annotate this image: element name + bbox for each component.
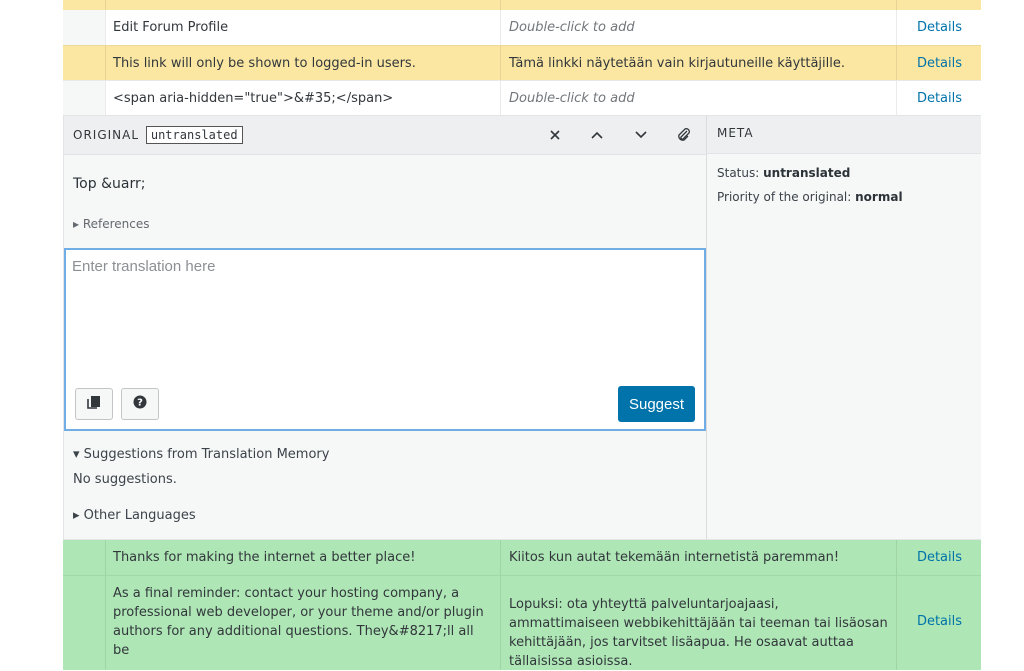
- row-checkbox-cell[interactable]: [63, 81, 105, 115]
- chevron-down-icon[interactable]: [630, 124, 652, 146]
- editor-header: ORIGINAL untranslated: [64, 116, 706, 155]
- status-badge: untranslated: [145, 126, 243, 144]
- meta-panel: META Status: untranslated Priority of th…: [706, 116, 981, 539]
- details-link[interactable]: Details: [917, 20, 962, 35]
- table-row[interactable]: As a final reminder: contact your hostin…: [63, 575, 981, 670]
- suggest-button[interactable]: Suggest: [618, 386, 695, 422]
- translation-cell[interactable]: Tämä linkki näytetään vain kirjautuneill…: [500, 46, 896, 80]
- translation-cell[interactable]: Double-click to add: [500, 10, 896, 45]
- meta-status-value: untranslated: [763, 166, 851, 180]
- close-icon[interactable]: [544, 124, 566, 146]
- translation-textarea[interactable]: [72, 258, 692, 368]
- original-label: ORIGINAL: [73, 128, 140, 142]
- translation-cell[interactable]: Double-click to add: [500, 81, 896, 115]
- help-icon: ?: [133, 395, 147, 413]
- copy-icon: [87, 395, 101, 413]
- details-link[interactable]: Details: [917, 614, 962, 629]
- original-cell: Thanks for making the internet a better …: [105, 540, 500, 575]
- translation-memory-toggle[interactable]: ▾ Suggestions from Translation Memory: [73, 447, 329, 462]
- table-row[interactable]: <span aria-hidden="true">&#35;</span> Do…: [63, 80, 982, 115]
- paperclip-icon[interactable]: [673, 124, 695, 146]
- meta-priority-label: Priority of the original:: [717, 190, 852, 204]
- table-row[interactable]: Edit Forum Profile Double-click to add D…: [63, 10, 982, 45]
- help-button[interactable]: ?: [121, 388, 159, 420]
- original-cell: <span aria-hidden="true">&#35;</span>: [105, 81, 500, 115]
- no-suggestions-text: No suggestions.: [73, 472, 177, 487]
- details-link[interactable]: Details: [917, 550, 962, 565]
- row-checkbox-cell[interactable]: [63, 10, 105, 45]
- row-checkbox-cell[interactable]: [63, 576, 105, 670]
- original-cell: Edit Forum Profile: [105, 10, 500, 45]
- references-toggle[interactable]: ▸ References: [73, 217, 150, 231]
- translation-input-area: ? Suggest: [64, 248, 706, 431]
- original-cell: As a final reminder: contact your hostin…: [105, 576, 500, 670]
- details-link[interactable]: Details: [917, 56, 962, 71]
- meta-priority: Priority of the original: normal: [717, 190, 971, 204]
- svg-text:?: ?: [137, 398, 143, 409]
- translation-cell[interactable]: Kiitos kun autat tekemään internetistä p…: [500, 540, 896, 575]
- table-row[interactable]: This link will only be shown to logged-i…: [63, 45, 981, 80]
- details-link[interactable]: Details: [917, 91, 962, 106]
- row-checkbox-cell[interactable]: [63, 46, 105, 80]
- chevron-up-icon[interactable]: [586, 124, 608, 146]
- translation-editor: ORIGINAL untranslated Top &uarr; ▸ Refer…: [63, 115, 981, 540]
- translation-cell[interactable]: Lopuksi: ota yhteyttä palveluntarjoajaas…: [500, 576, 896, 670]
- meta-priority-value: normal: [855, 190, 903, 204]
- row-checkbox-cell[interactable]: [63, 540, 105, 575]
- original-text: Top &uarr;: [73, 176, 146, 192]
- meta-status-label: Status:: [717, 166, 760, 180]
- copy-original-button[interactable]: [75, 388, 113, 420]
- meta-heading: META: [707, 116, 981, 154]
- table-row[interactable]: Thanks for making the internet a better …: [63, 540, 981, 575]
- other-languages-toggle[interactable]: ▸ Other Languages: [73, 508, 196, 523]
- table-row-partial[interactable]: [63, 0, 981, 10]
- original-cell: This link will only be shown to logged-i…: [105, 46, 500, 80]
- meta-status: Status: untranslated: [717, 166, 971, 180]
